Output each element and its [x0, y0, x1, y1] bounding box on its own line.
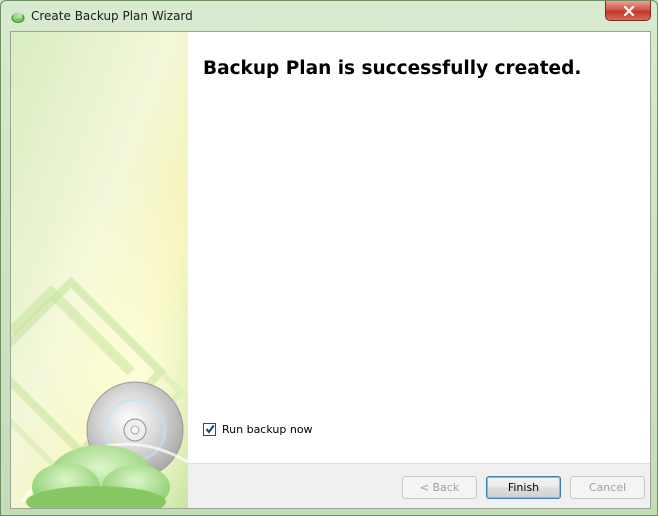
close-button[interactable]	[605, 1, 651, 21]
back-button[interactable]: < Back	[402, 476, 477, 499]
wizard-client-area: Backup Plan is successfully created. Run…	[10, 31, 651, 509]
checkmark-icon	[205, 424, 215, 434]
wizard-window: Create Backup Plan Wizard Backup Plan is…	[0, 0, 658, 516]
run-backup-checkbox[interactable]	[203, 422, 216, 436]
title-bar[interactable]: Create Backup Plan Wizard	[1, 1, 657, 31]
content-panel: Backup Plan is successfully created. Run…	[188, 32, 650, 463]
cloud-backup-icon	[11, 9, 25, 23]
window-title: Create Backup Plan Wizard	[31, 9, 193, 23]
cancel-button[interactable]: Cancel	[570, 476, 645, 499]
close-icon	[623, 5, 635, 17]
button-bar: < Back Finish Cancel	[188, 463, 650, 508]
run-backup-row[interactable]: Run backup now	[203, 421, 313, 437]
cd-disc-icon	[11, 32, 188, 508]
side-panel-art	[11, 32, 188, 508]
finish-button[interactable]: Finish	[486, 476, 561, 499]
page-heading: Backup Plan is successfully created.	[203, 58, 582, 79]
run-backup-label[interactable]: Run backup now	[222, 423, 313, 436]
